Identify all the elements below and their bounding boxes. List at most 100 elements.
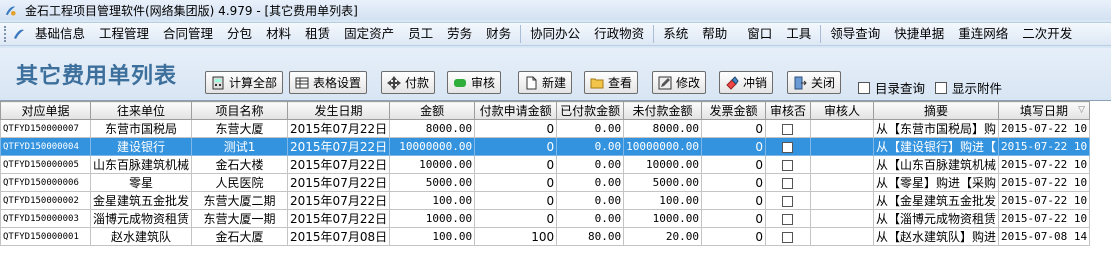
audit-button[interactable]: 审核 (447, 71, 502, 94)
cell-filled: 2015-07-22 10 (997, 137, 1091, 156)
pay-button[interactable]: 付款 (381, 71, 436, 94)
cell-unpaid: 20.00 (623, 227, 702, 246)
calc-all-button[interactable]: 计算全部 (205, 71, 284, 94)
show-attachments-checkbox[interactable]: 显示附件 (935, 78, 1002, 97)
audit-checkbox[interactable] (782, 141, 794, 153)
menu-materials[interactable]: 材料 (259, 23, 298, 45)
window-titlebar: 金石工程项目管理软件(网络集团版) 4.979 - [其它费用单列表] (0, 0, 1111, 20)
audit-checkbox[interactable] (782, 159, 794, 171)
menu-window[interactable]: 窗口 (740, 23, 779, 45)
table-settings-button[interactable]: 表格设置 (289, 71, 368, 94)
cell-invoice: 0 (700, 119, 766, 138)
menu-quick-docs[interactable]: 快捷单据 (887, 23, 951, 45)
table-row[interactable]: QTFYD150000002 金星建筑五金批发 东营大厦二期 2015年07月22日 1… (0, 191, 1091, 210)
edit-button[interactable]: 修改 (652, 71, 707, 94)
audit-checkbox[interactable] (782, 231, 794, 243)
cell-date: 2015年07月08日 (287, 227, 391, 246)
menu-finance[interactable]: 财务 (479, 23, 518, 45)
menu-fixed-assets[interactable]: 固定资产 (337, 23, 401, 45)
column-header[interactable]: 审核人 (809, 101, 874, 120)
column-header[interactable]: 付款申请金额 (474, 101, 558, 120)
menu-project-mgmt[interactable]: 工程管理 (92, 23, 156, 45)
menu-system[interactable]: 系统 (656, 23, 695, 45)
cell-project: 金石大楼 (191, 155, 289, 174)
menu-labor[interactable]: 劳务 (440, 23, 479, 45)
cell-invoice: 0 (700, 137, 766, 156)
menu-reconnect[interactable]: 重连网络 (951, 23, 1015, 45)
column-header[interactable]: 金额 (389, 101, 476, 120)
column-header[interactable]: 摘要 (872, 101, 999, 120)
cell-amount: 8000.00 (389, 119, 476, 138)
cell-auditor (809, 227, 874, 246)
cell-auditor (809, 155, 874, 174)
cell-summary: 从【金星建筑五金批发 (872, 191, 999, 210)
cell-unpaid: 100.00 (623, 191, 702, 210)
audit-status-cell (764, 155, 811, 174)
table-row[interactable]: QTFYD150000007 东营市国税局 东营大厦 2015年07月22日 8000.… (0, 119, 1091, 138)
menu-contract-mgmt[interactable]: 合同管理 (156, 23, 220, 45)
audit-checkbox[interactable] (782, 195, 794, 207)
new-button[interactable]: 新建 (518, 71, 573, 94)
dir-query-box[interactable] (858, 81, 870, 94)
column-header[interactable]: 未付款金额 (623, 101, 702, 120)
cell-invoice: 0 (700, 227, 766, 246)
cell-paid: 0.00 (556, 119, 625, 138)
menu-subcontract[interactable]: 分包 (220, 23, 259, 45)
column-header[interactable]: 往来单位 (89, 101, 193, 120)
cell-unpaid: 1000.00 (623, 209, 702, 228)
audit-status-cell (764, 173, 811, 192)
cell-apply: 0 (474, 155, 558, 174)
cell-project: 金石大厦 (191, 227, 289, 246)
menu-basic-info[interactable]: 基础信息 (28, 23, 92, 45)
menu-separator (820, 25, 822, 43)
menu-tools[interactable]: 工具 (779, 23, 818, 45)
table-row[interactable]: QTFYD150000003 淄博元成物资租赁 东营大厦一期 2015年07月22日 1… (0, 209, 1091, 228)
cell-code: QTFYD150000004 (0, 137, 91, 156)
table-row[interactable]: QTFYD150000005 山东百脉建筑机械 金石大楼 2015年07月22日 100… (0, 155, 1091, 174)
audit-status-cell (764, 119, 811, 138)
menu-separator (520, 25, 522, 43)
menu-admin-supplies[interactable]: 行政物资 (587, 23, 651, 45)
cell-unpaid: 10000000.00 (623, 137, 702, 156)
view-button[interactable]: 查看 (584, 71, 639, 94)
folder-icon (590, 78, 604, 88)
dir-query-label: 目录查询 (875, 81, 926, 96)
reverse-button[interactable]: 冲销 (719, 71, 774, 94)
new-document-icon (526, 76, 537, 89)
cell-date: 2015年07月22日 (287, 173, 391, 192)
close-button[interactable]: 关闭 (787, 71, 842, 94)
menu-custom-dev[interactable]: 二次开发 (1015, 23, 1079, 45)
expense-grid: 对应单据 往来单位 项目名称 发生日期 金额 付款申请金额 已付款金额 未付款金… (0, 100, 1111, 266)
menu-staff[interactable]: 员工 (401, 23, 440, 45)
cell-project: 东营大厦一期 (191, 209, 289, 228)
menu-grip[interactable] (4, 26, 8, 42)
table-row[interactable]: QTFYD150000004 建设银行 测试1 2015年07月22日 10000000… (0, 137, 1091, 156)
column-header-fill-date[interactable]: 填写日期 ▽ (997, 101, 1091, 120)
column-header[interactable]: 发生日期 (287, 101, 391, 120)
menu-help[interactable]: 帮助 (695, 23, 734, 45)
audit-checkbox[interactable] (782, 177, 794, 189)
column-header-label: 填写日期 (1020, 104, 1069, 118)
menu-separator (653, 25, 655, 43)
table-row[interactable]: QTFYD150000001 赵水建筑队 金石大厦 2015年07月08日 100.00… (0, 227, 1091, 246)
edit-icon (658, 76, 672, 89)
table-row[interactable]: QTFYD150000006 零星 人民医院 2015年07月22日 5000.00 0 0… (0, 173, 1091, 192)
dir-query-checkbox[interactable]: 目录查询 (858, 78, 925, 97)
column-header[interactable]: 对应单据 (0, 101, 91, 120)
cell-unit: 赵水建筑队 (89, 227, 193, 246)
menu-app-icon[interactable] (12, 27, 26, 41)
audit-checkbox[interactable] (782, 213, 794, 225)
table-header-row: 对应单据 往来单位 项目名称 发生日期 金额 付款申请金额 已付款金额 未付款金… (0, 101, 1091, 120)
column-header[interactable]: 审核否 (764, 101, 811, 120)
show-attachments-box[interactable] (935, 81, 947, 94)
column-header[interactable]: 发票金额 (700, 101, 766, 120)
column-header[interactable]: 项目名称 (191, 101, 289, 120)
menu-collab-office[interactable]: 协同办公 (523, 23, 587, 45)
audit-checkbox[interactable] (782, 123, 794, 135)
table-icon (295, 77, 309, 88)
column-header[interactable]: 已付款金额 (556, 101, 625, 120)
cell-paid: 0.00 (556, 137, 625, 156)
menu-lease[interactable]: 租赁 (298, 23, 337, 45)
menu-leader-query[interactable]: 领导查询 (823, 23, 887, 45)
reverse-label: 冲销 (743, 76, 768, 90)
